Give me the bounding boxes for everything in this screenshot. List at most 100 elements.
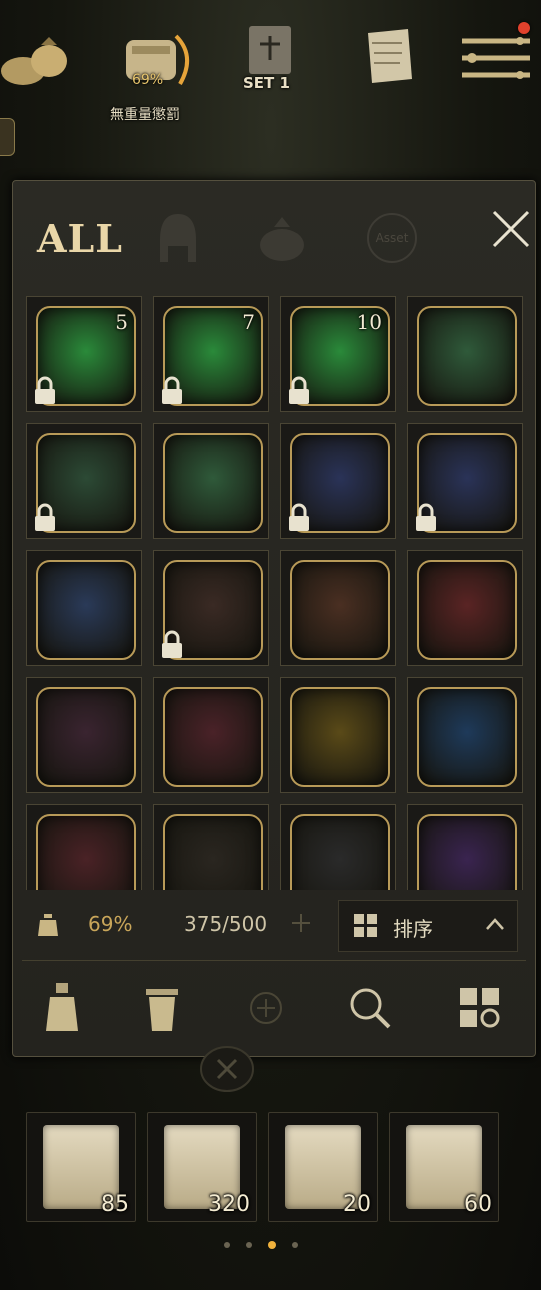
inventory-slot[interactable] — [407, 423, 523, 539]
silver-mask-crest-icon — [163, 433, 263, 533]
tab-consumables[interactable] — [252, 206, 312, 270]
trash-icon — [146, 989, 178, 1031]
lock-icon — [162, 376, 182, 404]
close-circle-button[interactable] — [198, 1044, 256, 1094]
inventory-slot[interactable]: 5 — [26, 296, 142, 412]
inventory-slot[interactable] — [26, 423, 142, 539]
inventory-slot[interactable] — [407, 677, 523, 793]
arrange-grid-icon — [460, 988, 500, 1028]
close-button[interactable] — [490, 208, 540, 258]
inventory-slot[interactable] — [26, 550, 142, 666]
page-dot-active[interactable] — [268, 1241, 276, 1249]
quick-slot-shield-scroll[interactable]: 20 — [268, 1112, 378, 1222]
quick-slot-horn-scroll[interactable]: 85 — [26, 1112, 136, 1222]
pouch-icon — [260, 217, 304, 261]
inventory-slot[interactable] — [280, 550, 396, 666]
sort-button[interactable]: 排序 — [338, 900, 518, 952]
inventory-toolbar — [22, 970, 526, 1044]
helmet-icon — [160, 214, 196, 262]
red-figure-crest-icon — [417, 560, 517, 660]
inventory-slot[interactable]: 7 — [153, 296, 269, 412]
silver-watch-crest-icon — [36, 814, 136, 890]
lock-icon — [35, 376, 55, 404]
potion-button[interactable] — [32, 978, 92, 1038]
gold-sack-icon[interactable] — [0, 30, 72, 90]
equipment-set-label: SET 1 — [243, 74, 290, 92]
inventory-capacity: 375/500 — [184, 912, 268, 936]
gold-emblem-crest-icon — [417, 814, 517, 890]
bronze-beast-crest-icon — [290, 560, 390, 660]
tab-equipment[interactable] — [148, 206, 208, 270]
top-hud: 69% 無重量懲罰 SET 1 — [0, 0, 541, 170]
category-tabs: ALL Asset — [12, 190, 534, 286]
search-icon — [350, 988, 391, 1029]
weight-percent-label: 69% — [132, 72, 164, 88]
quick-slot-bar: 85 320 20 60 — [22, 1112, 522, 1224]
delete-button[interactable] — [132, 978, 192, 1038]
tab-all[interactable]: ALL — [30, 206, 130, 270]
page-indicator — [0, 1240, 541, 1252]
notification-dot — [518, 22, 530, 34]
inventory-slot[interactable] — [407, 550, 523, 666]
grid-icon — [354, 914, 377, 937]
ruby-ornament-icon — [163, 814, 263, 890]
silver-blade-icon — [290, 814, 390, 890]
close-circle-icon — [200, 1046, 254, 1092]
weight-penalty-caption: 無重量懲罰 — [110, 107, 180, 123]
plus-circle-icon — [250, 992, 282, 1024]
inventory-slot[interactable] — [153, 423, 269, 539]
dark-orb-crest-icon — [36, 687, 136, 787]
page-dot[interactable] — [292, 1242, 298, 1248]
lock-icon — [289, 503, 309, 531]
inventory-slot[interactable] — [153, 550, 269, 666]
chevron-up-icon — [486, 918, 504, 930]
blue-crystal-crest-icon — [417, 687, 517, 787]
inventory-slot[interactable] — [26, 677, 142, 793]
quick-slot-count: 20 — [343, 1192, 371, 1217]
lock-icon — [35, 503, 55, 531]
page-dot[interactable] — [224, 1242, 230, 1248]
yin-yang-crest-icon — [36, 560, 136, 660]
page-dot[interactable] — [246, 1242, 252, 1248]
inventory-status-row: 69% 375/500 排序 — [22, 898, 526, 954]
quest-scroll-icon[interactable] — [358, 22, 422, 88]
auto-arrange-button[interactable] — [450, 978, 510, 1038]
equipment-set-book-icon[interactable] — [240, 20, 300, 80]
inventory-slot[interactable] — [280, 423, 396, 539]
weight-icon — [38, 914, 58, 936]
green-book-icon — [417, 306, 517, 406]
inventory-slot[interactable]: 10 — [280, 296, 396, 412]
toolbar-divider — [22, 960, 526, 961]
close-icon — [492, 210, 530, 248]
inventory-slot[interactable] — [153, 677, 269, 793]
quick-slot-count: 60 — [464, 1192, 492, 1217]
inventory-slot[interactable] — [280, 804, 396, 890]
potion-bottle-icon — [46, 983, 78, 1031]
search-button[interactable] — [340, 978, 400, 1038]
side-drawer-handle[interactable] — [0, 118, 15, 156]
inventory-grid: 5 7 10 — [22, 292, 526, 890]
add-button[interactable] — [236, 978, 296, 1038]
quick-slot-arrow-scroll[interactable]: 320 — [147, 1112, 257, 1222]
quick-slot-home-scroll[interactable]: 60 — [389, 1112, 499, 1222]
lock-icon — [162, 630, 182, 658]
lock-icon — [416, 503, 436, 531]
blue-star-crest-icon — [163, 687, 263, 787]
weight-percent: 69% — [88, 912, 133, 936]
quick-slot-count: 85 — [101, 1192, 129, 1217]
inventory-slot[interactable] — [280, 677, 396, 793]
menu-icon[interactable] — [458, 28, 534, 88]
inventory-slot[interactable] — [407, 296, 523, 412]
inventory-slot[interactable] — [26, 804, 142, 890]
tab-asset[interactable]: Asset — [362, 206, 422, 270]
gold-skull-crest-icon — [290, 687, 390, 787]
item-count: 10 — [356, 310, 382, 334]
inventory-slot[interactable] — [407, 804, 523, 890]
inventory-slot[interactable] — [153, 804, 269, 890]
item-count: 7 — [242, 310, 255, 334]
lock-icon — [289, 376, 309, 404]
quick-slot-count: 320 — [208, 1192, 250, 1217]
sort-label: 排序 — [393, 917, 433, 941]
expand-capacity-icon[interactable] — [290, 912, 312, 934]
item-count: 5 — [115, 310, 128, 334]
